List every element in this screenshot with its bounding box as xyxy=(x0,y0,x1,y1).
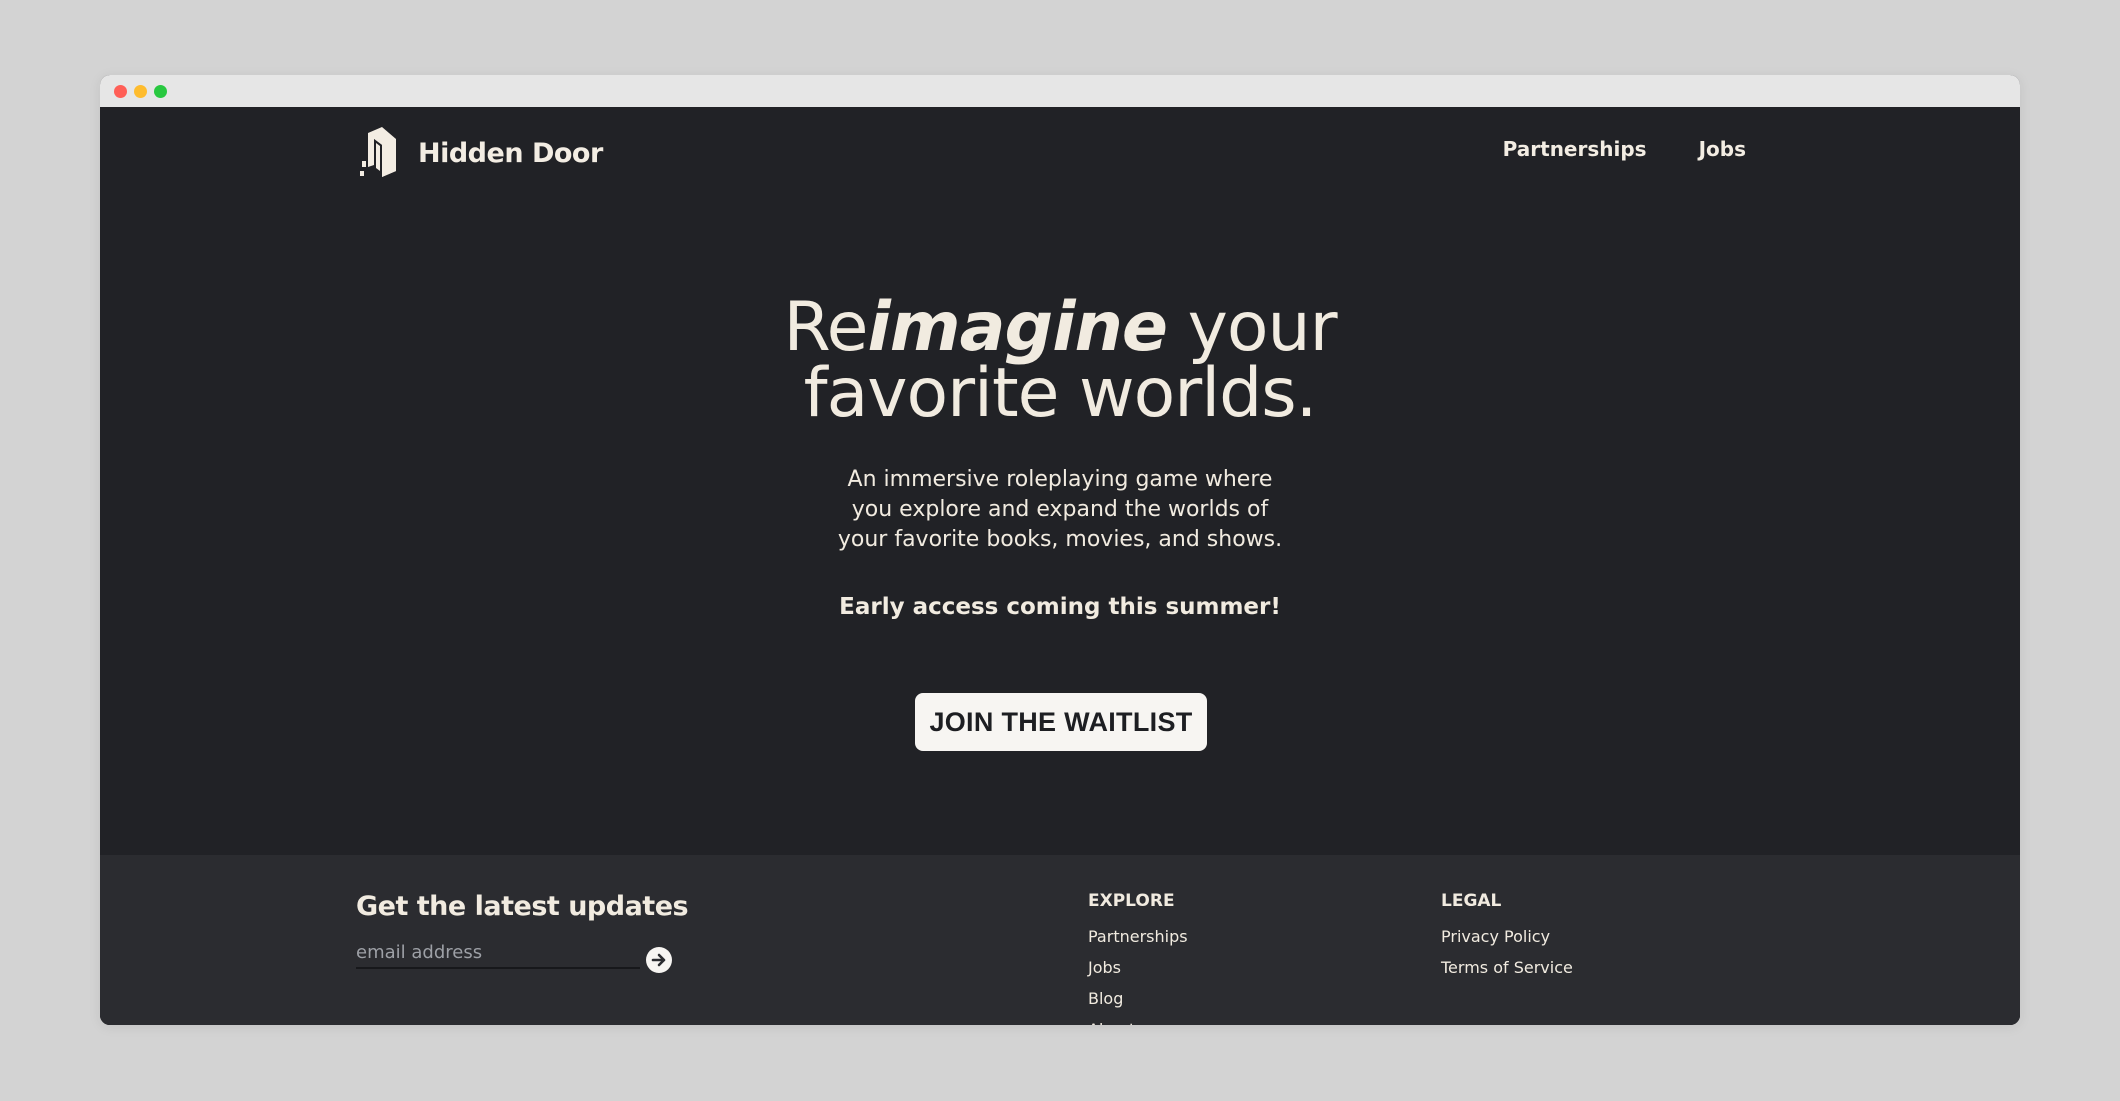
brand-name: Hidden Door xyxy=(418,137,603,169)
footer-legal-column: LEGAL Privacy Policy Terms of Service xyxy=(1441,891,1573,983)
newsletter-title: Get the latest updates xyxy=(356,891,689,922)
footer-link-jobs[interactable]: Jobs xyxy=(1088,952,1188,983)
join-waitlist-button[interactable]: JOIN THE WAITLIST xyxy=(915,693,1207,751)
hero-description-line: you explore and expand the worlds of xyxy=(851,497,1269,522)
arrow-right-icon xyxy=(651,953,666,967)
brand-logo-link[interactable]: Hidden Door xyxy=(360,127,603,179)
page: Hidden Door Partnerships Jobs Reimagine … xyxy=(100,107,2020,1025)
nav-link-partnerships[interactable]: Partnerships xyxy=(1503,137,1647,161)
footer-link-about[interactable]: About xyxy=(1088,1014,1188,1025)
footer-link-blog[interactable]: Blog xyxy=(1088,983,1188,1014)
footer-legal-title: LEGAL xyxy=(1441,891,1502,911)
footer-explore-title: EXPLORE xyxy=(1088,891,1175,911)
footer: Get the latest updates EXPLORE Partnersh… xyxy=(100,855,2020,1025)
footer-link-privacy-policy[interactable]: Privacy Policy xyxy=(1441,921,1573,952)
email-field[interactable] xyxy=(356,937,640,969)
door-logo-icon xyxy=(360,127,396,177)
hero-description: An immersive roleplaying game where you … xyxy=(760,465,1360,555)
minimize-window-dot[interactable] xyxy=(134,85,147,98)
hero-description-line: An immersive roleplaying game where xyxy=(847,467,1273,492)
top-nav: Partnerships Jobs xyxy=(1503,137,1746,161)
maximize-window-dot[interactable] xyxy=(154,85,167,98)
browser-window: Hidden Door Partnerships Jobs Reimagine … xyxy=(100,75,2020,1025)
footer-explore-column: EXPLORE Partnerships Jobs Blog About xyxy=(1088,891,1188,1025)
newsletter-submit-button[interactable] xyxy=(646,947,672,973)
headline-line-2: favorite worlds. xyxy=(803,354,1318,433)
browser-titlebar xyxy=(100,75,2020,107)
hero-description-line: your favorite books, movies, and shows. xyxy=(837,527,1283,552)
nav-link-jobs[interactable]: Jobs xyxy=(1699,137,1746,161)
footer-link-terms-of-service[interactable]: Terms of Service xyxy=(1441,952,1573,983)
footer-link-partnerships[interactable]: Partnerships xyxy=(1088,921,1188,952)
early-access-note: Early access coming this summer! xyxy=(839,594,1281,620)
hero-headline: Reimagine your favorite worlds. xyxy=(560,294,1560,428)
close-window-dot[interactable] xyxy=(114,85,127,98)
